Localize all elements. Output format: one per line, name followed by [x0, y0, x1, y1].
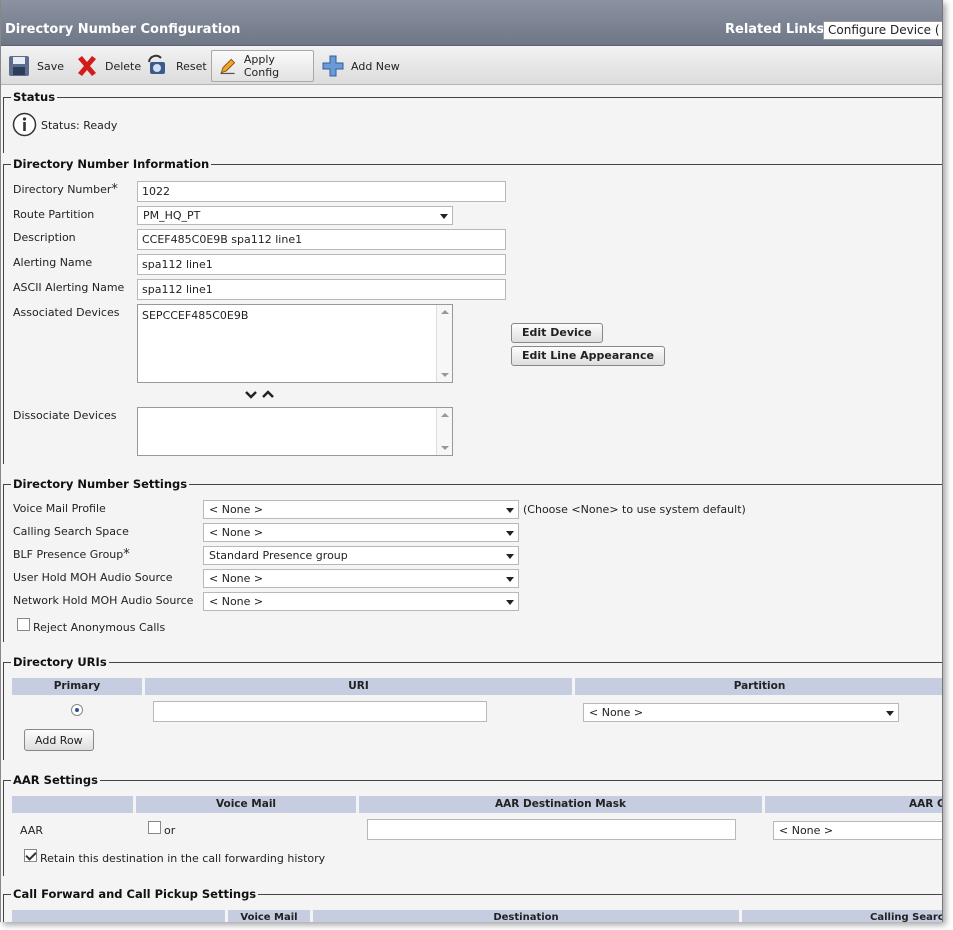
add-row-button[interactable]: Add Row: [24, 729, 94, 751]
associated-devices-label: Associated Devices: [13, 306, 120, 319]
save-icon: [9, 56, 29, 76]
blf-presence-group-select[interactable]: Standard Presence group: [203, 546, 519, 565]
related-links-select[interactable]: Configure Device (: [823, 21, 942, 40]
pencil-icon: [220, 58, 236, 75]
delete-icon: [78, 56, 96, 76]
scroll-up-icon: [441, 310, 449, 314]
ascii-alerting-name-input[interactable]: spa112 line1: [137, 279, 506, 300]
primary-radio[interactable]: [71, 704, 83, 716]
aar-group-select[interactable]: < None >: [773, 821, 942, 840]
edit-line-appearance-button[interactable]: Edit Line Appearance: [511, 346, 665, 366]
list-item[interactable]: SEPCCEF485C0E9B: [142, 309, 448, 322]
dissociate-devices-label: Dissociate Devices: [13, 409, 117, 422]
calling-search-space-select[interactable]: < None >: [203, 523, 519, 542]
required-mark: *: [111, 182, 118, 197]
or-label: or: [164, 824, 176, 837]
scroll-down-icon: [441, 446, 449, 450]
save-button[interactable]: Save: [7, 50, 64, 82]
chevron-down-icon: [506, 600, 514, 605]
chevron-down-icon: [506, 531, 514, 536]
scrollbar[interactable]: [436, 408, 452, 455]
add-new-label: Add New: [351, 59, 400, 73]
retain-destination-label: Retain this destination in the call forw…: [40, 852, 326, 865]
col-header-voice-mail: Voice Mail: [228, 910, 310, 922]
reject-anonymous-checkbox[interactable]: [17, 618, 30, 631]
alerting-name-label: Alerting Name: [13, 256, 93, 269]
col-header-aar-group: AAR G: [765, 796, 942, 813]
plus-icon: [322, 55, 344, 77]
col-header-uri: URI: [145, 678, 572, 695]
scrollbar[interactable]: [436, 305, 452, 382]
move-down-icon: [245, 391, 257, 399]
dissociate-devices-list[interactable]: [137, 407, 453, 456]
uri-partition-select[interactable]: < None >: [583, 703, 899, 722]
app-window: Directory Number Configuration Related L…: [0, 0, 943, 922]
col-header-primary: Primary: [12, 678, 142, 695]
chevron-down-icon: [886, 711, 894, 716]
network-hold-moh-select[interactable]: < None >: [203, 592, 519, 611]
user-hold-moh-select[interactable]: < None >: [203, 569, 519, 588]
chevron-down-icon: [506, 577, 514, 582]
related-links-label: Related Links:: [725, 22, 830, 37]
scroll-down-icon: [441, 373, 449, 377]
voice-mail-profile-label: Voice Mail Profile: [13, 502, 106, 515]
directory-number-input[interactable]: 1022: [137, 181, 506, 202]
route-partition-label: Route Partition: [13, 208, 95, 221]
ascii-alerting-name-label: ASCII Alerting Name: [13, 281, 125, 294]
delete-label: Delete: [105, 59, 142, 73]
reset-icon: [148, 54, 165, 74]
edit-device-button[interactable]: Edit Device: [511, 323, 603, 343]
voice-mail-hint: (Choose <None> to use system default): [523, 503, 746, 516]
col-header-destination: Destination: [313, 910, 739, 922]
aar-row-label: AAR: [20, 824, 43, 837]
aar-destination-mask-input[interactable]: [367, 819, 736, 840]
apply-config-button[interactable]: Apply Config: [211, 50, 314, 82]
voice-mail-profile-select[interactable]: < None >: [203, 500, 519, 519]
aar-settings-legend: AAR Settings: [11, 773, 100, 787]
reset-button[interactable]: Reset: [146, 50, 207, 82]
apply-config-label: Apply Config: [243, 53, 280, 79]
associated-devices-list[interactable]: SEPCCEF485C0E9B: [137, 304, 453, 383]
move-up-icon: [262, 390, 274, 398]
col-header-voice-mail: Voice Mail: [136, 796, 356, 813]
calling-search-space-label: Calling Search Space: [13, 525, 129, 538]
reset-label: Reset: [176, 59, 207, 73]
toolbar: Save Delete Reset Apply Config Add New: [1, 47, 942, 85]
delete-button[interactable]: Delete: [75, 50, 141, 82]
route-partition-select[interactable]: PM_HQ_PT: [137, 206, 453, 225]
dn-settings-legend: Directory Number Settings: [11, 477, 190, 491]
scroll-up-icon: [441, 413, 449, 417]
save-label: Save: [37, 59, 65, 73]
call-forward-legend: Call Forward and Call Pickup Settings: [11, 887, 259, 901]
chevron-down-icon: [506, 508, 514, 513]
col-header-aar-mask: AAR Destination Mask: [359, 796, 762, 813]
header-bar: Directory Number Configuration Related L…: [1, 0, 942, 46]
user-hold-moh-label: User Hold MOH Audio Source: [13, 571, 173, 584]
chevron-down-icon: [506, 554, 514, 559]
chevron-down-icon: [440, 214, 448, 219]
dn-info-legend: Directory Number Information: [11, 157, 212, 171]
page-title: Directory Number Configuration: [5, 22, 241, 37]
add-new-button[interactable]: Add New: [321, 50, 400, 82]
reject-anonymous-label: Reject Anonymous Calls: [33, 621, 166, 634]
alerting-name-input[interactable]: spa112 line1: [137, 254, 506, 275]
col-header-calling-search: Calling Search: [742, 910, 942, 922]
required-mark: *: [123, 547, 130, 562]
directory-number-label: Directory Number*: [13, 182, 118, 197]
col-header-partition: Partition: [575, 678, 942, 695]
status-text: Status: Ready: [41, 119, 118, 132]
info-icon: [12, 112, 37, 137]
network-hold-moh-label: Network Hold MOH Audio Source: [13, 594, 194, 607]
col-header-blank: [12, 910, 225, 922]
status-legend: Status: [11, 90, 58, 104]
description-label: Description: [13, 231, 76, 244]
uri-input[interactable]: [153, 701, 487, 722]
retain-destination-checkbox[interactable]: [24, 849, 37, 862]
aar-voice-mail-checkbox[interactable]: [148, 821, 161, 834]
col-header-blank: [12, 796, 133, 813]
description-input[interactable]: CCEF485C0E9B spa112 line1: [137, 229, 506, 250]
directory-uris-legend: Directory URIs: [11, 655, 109, 669]
blf-presence-group-label: BLF Presence Group*: [13, 547, 130, 562]
move-arrows: [245, 390, 274, 399]
